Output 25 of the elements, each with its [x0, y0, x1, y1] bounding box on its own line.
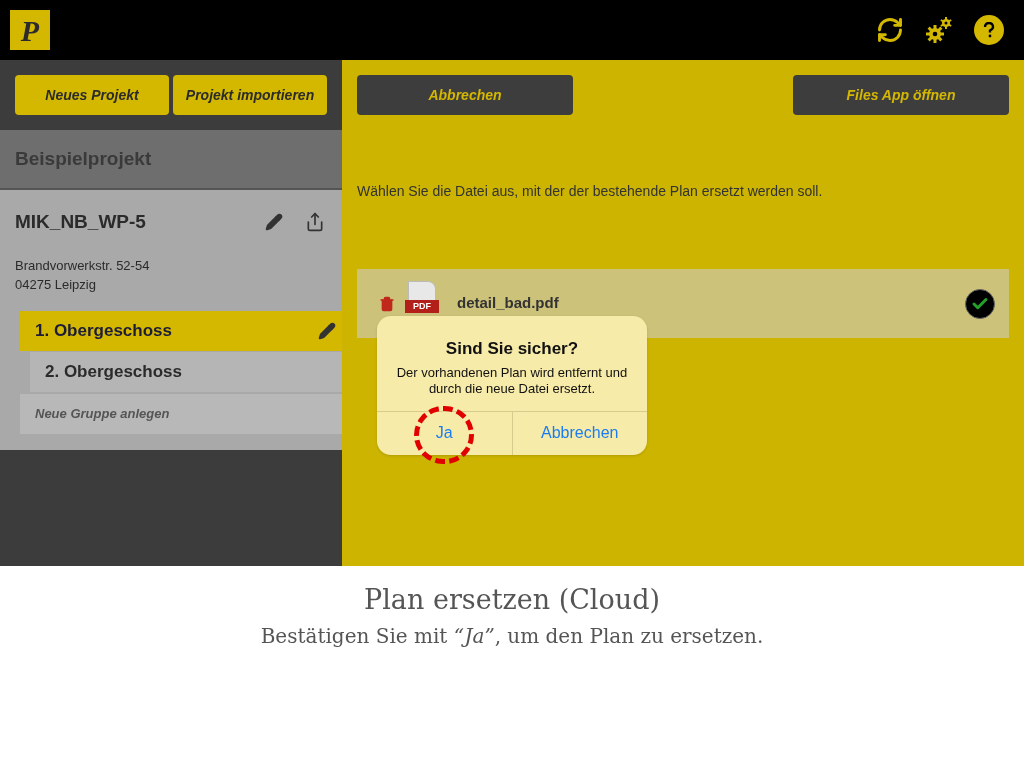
pencil-icon[interactable]: [265, 213, 283, 231]
group-item[interactable]: 2. Obergeschoss: [30, 352, 342, 392]
address-line: Brandvorwerkstr. 52-54: [15, 257, 151, 275]
sidebar-button[interactable]: Neues Projekt: [15, 75, 169, 115]
dialog-message: Der vorhandenen Plan wird entfernt und durch die neue Datei ersetzt.: [395, 364, 629, 397]
address-line: 04275 Leipzig: [15, 276, 97, 294]
caption-text: Bestätigen Sie mit “Ja”, um den Plan zu ersetzen.: [259, 622, 765, 650]
instruction-text: Wählen Sie die Datei aus, mit der der bestehende Plan ersetzt werden soll.: [357, 182, 824, 201]
trash-icon[interactable]: [379, 295, 395, 312]
gears-icon[interactable]: [924, 15, 954, 45]
dialog-title: Sind Sie sicher?: [444, 338, 580, 360]
app-logo: P: [10, 10, 50, 50]
pdf-file-icon: PDF: [405, 280, 439, 313]
help-icon[interactable]: [974, 15, 1004, 45]
file-name: detail_bad.pdf: [457, 293, 559, 314]
new-group-item[interactable]: Neue Gruppe anlegen: [20, 394, 342, 434]
project-name: MIK_NB_WP-5: [15, 209, 146, 234]
pencil-icon[interactable]: [318, 322, 336, 340]
files-app-button[interactable]: Files App öffnen: [793, 75, 1009, 115]
cancel-button[interactable]: Abbrechen: [357, 75, 573, 115]
group-item[interactable]: 1. Obergeschoss: [20, 311, 342, 351]
sync-icon[interactable]: [876, 16, 904, 44]
sidebar-button[interactable]: Projekt importieren: [173, 75, 327, 115]
caption-title: Plan ersetzen (Cloud): [363, 583, 661, 617]
share-icon[interactable]: [305, 212, 325, 232]
